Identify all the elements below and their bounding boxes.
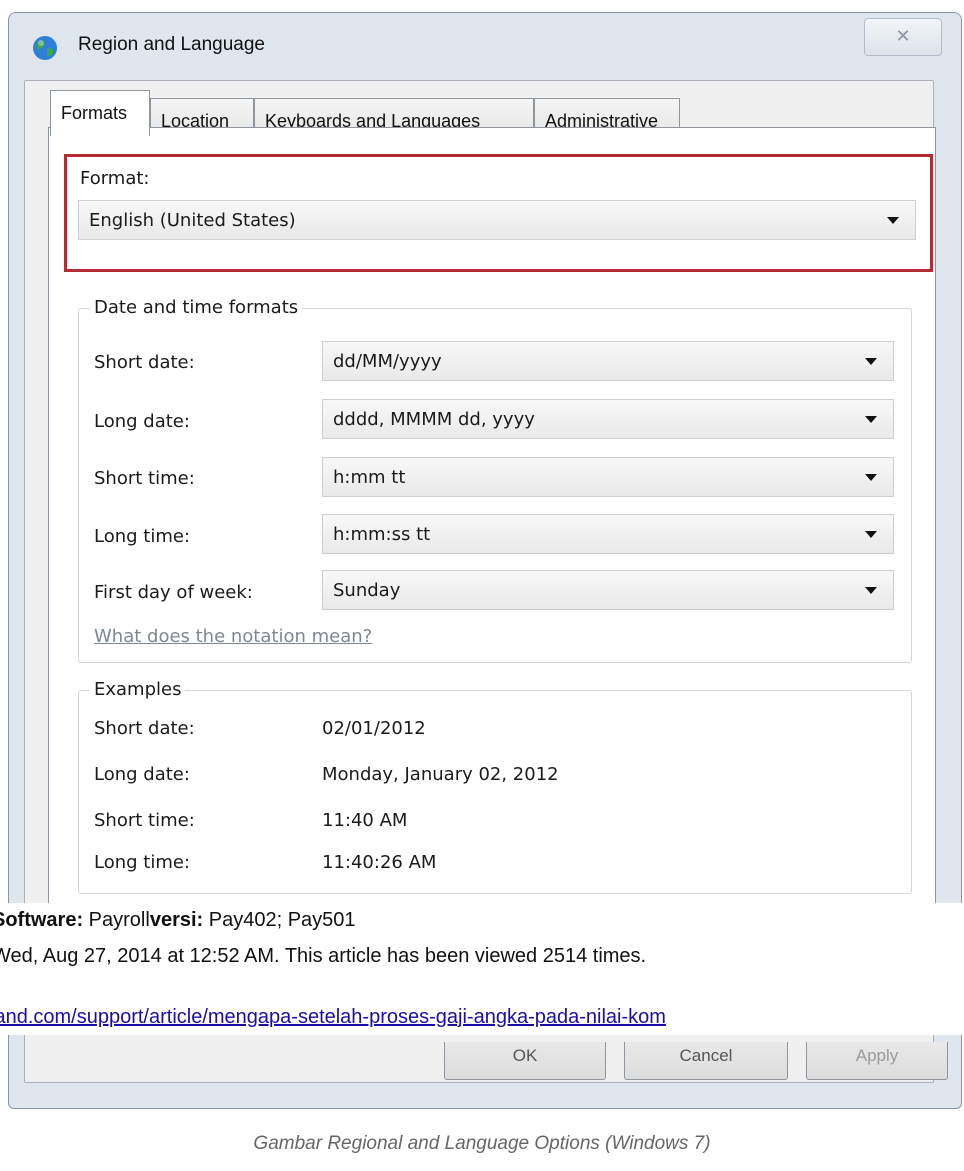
format-select[interactable]: English (United States)	[78, 200, 916, 240]
example-short-time-label: Short time:	[94, 810, 195, 831]
article-url-link[interactable]: land.com/support/article/mengapa-setelah…	[0, 1006, 666, 1029]
short-date-label: Short date:	[94, 352, 195, 373]
chevron-down-icon	[865, 587, 877, 594]
apply-button[interactable]: Apply	[806, 1042, 948, 1080]
example-long-time-label: Long time:	[94, 852, 191, 873]
article-meta-band: Software: Payrollversi: Pay402; Pay501 W…	[0, 903, 964, 1035]
example-short-time-value: 11:40 AM	[322, 810, 408, 831]
long-date-label: Long date:	[94, 411, 190, 432]
chevron-down-icon	[865, 358, 877, 365]
chevron-down-icon	[887, 217, 899, 224]
software-label: Software:	[0, 909, 84, 931]
example-short-date-label: Short date:	[94, 718, 195, 739]
ok-button[interactable]: OK	[444, 1042, 606, 1080]
short-time-label: Short time:	[94, 468, 195, 489]
examples-legend: Examples	[90, 679, 186, 700]
example-long-date-label: Long date:	[94, 764, 190, 785]
tab-formats[interactable]: Formats	[50, 90, 150, 136]
cancel-button[interactable]: Cancel	[624, 1042, 788, 1080]
apply-button-label: Apply	[855, 1046, 899, 1065]
globe-icon	[33, 36, 57, 60]
chevron-down-icon	[865, 474, 877, 481]
examples-group	[78, 690, 912, 894]
version-label: versi:	[149, 909, 204, 931]
close-button[interactable]: ✕	[864, 18, 942, 56]
first-day-of-week-value: Sunday	[333, 580, 401, 601]
window-title: Region and Language	[78, 34, 266, 55]
example-long-date-value: Monday, January 02, 2012	[322, 764, 559, 785]
ok-button-label: OK	[512, 1046, 538, 1065]
date-time-formats-legend: Date and time formats	[90, 297, 303, 318]
chevron-down-icon	[865, 531, 877, 538]
article-updated-line: Wed, Aug 27, 2014 at 12:52 AM. This arti…	[0, 945, 647, 967]
cancel-button-label: Cancel	[679, 1046, 733, 1065]
software-value: Payroll	[83, 909, 150, 931]
first-day-of-week-select[interactable]: Sunday	[322, 570, 894, 610]
example-short-date-value: 02/01/2012	[322, 718, 426, 739]
format-label: Format:	[80, 168, 150, 189]
notation-help-link[interactable]: What does the notation mean?	[94, 626, 372, 647]
long-time-value: h:mm:ss tt	[333, 524, 431, 545]
long-date-select[interactable]: dddd, MMMM dd, yyyy	[322, 399, 894, 439]
short-time-select[interactable]: h:mm tt	[322, 457, 894, 497]
long-time-select[interactable]: h:mm:ss tt	[322, 514, 894, 554]
example-long-time-value: 11:40:26 AM	[322, 852, 437, 873]
long-time-label: Long time:	[94, 526, 191, 547]
first-day-of-week-label: First day of week:	[94, 582, 253, 603]
image-caption: Gambar Regional and Language Options (Wi…	[253, 1133, 711, 1154]
chevron-down-icon	[865, 416, 877, 423]
short-date-value: dd/MM/yyyy	[333, 351, 442, 372]
format-select-value: English (United States)	[89, 210, 296, 231]
software-line: Software: Payrollversi: Pay402; Pay501	[0, 909, 356, 932]
short-date-select[interactable]: dd/MM/yyyy	[322, 341, 894, 381]
short-time-value: h:mm tt	[333, 467, 406, 488]
long-date-value: dddd, MMMM dd, yyyy	[333, 409, 535, 430]
version-value: Pay402; Pay501	[203, 909, 356, 931]
